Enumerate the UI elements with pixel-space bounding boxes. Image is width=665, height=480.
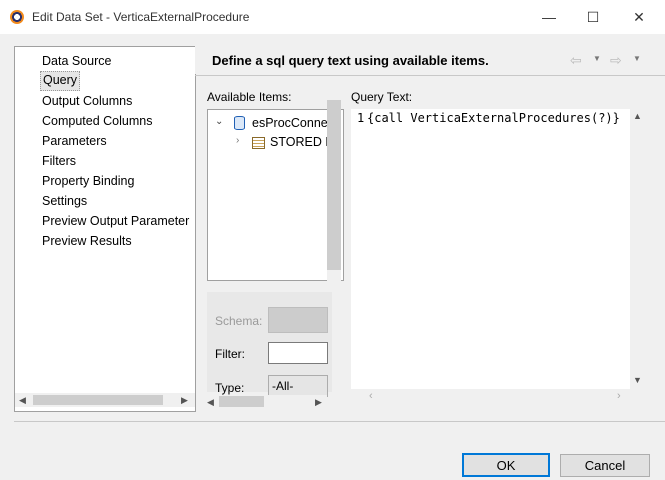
scrollbar-thumb[interactable] (33, 395, 163, 405)
nav-item-filters[interactable]: Filters (40, 152, 78, 170)
query-text[interactable]: {call VerticaExternalProcedures(?)} (367, 111, 620, 125)
type-combo[interactable]: -All- (268, 375, 328, 397)
scroll-left-icon[interactable]: ◀ (207, 397, 214, 408)
editor-vertical-scrollbar[interactable]: ▲ ▼ (630, 109, 644, 389)
tree-item-connection[interactable]: esProcConne (252, 116, 328, 130)
close-button[interactable]: ✕ (617, 5, 661, 29)
scroll-right-icon[interactable]: › (617, 390, 621, 402)
button-bar-divider (14, 421, 665, 422)
nav-horizontal-scrollbar[interactable]: ◀ ▶ (15, 393, 195, 407)
available-items-tree[interactable]: ⌄ esProcConne › STORED P (207, 109, 344, 281)
ok-button[interactable]: OK (462, 453, 550, 477)
forward-arrow-icon[interactable]: ⇨ (610, 52, 622, 69)
query-editor[interactable] (351, 109, 644, 389)
nav-item-parameters[interactable]: Parameters (40, 132, 109, 150)
nav-item-output-columns[interactable]: Output Columns (40, 92, 134, 110)
database-icon (234, 116, 245, 130)
query-text-label: Query Text: (351, 90, 413, 104)
nav-item-computed-columns[interactable]: Computed Columns (40, 112, 154, 130)
header-divider (195, 75, 665, 76)
back-arrow-icon[interactable]: ⇦ (570, 52, 582, 69)
table-icon (252, 137, 265, 149)
maximize-button[interactable]: ☐ (571, 5, 615, 29)
eclipse-app-icon (10, 10, 24, 24)
schema-label: Schema: (215, 314, 263, 328)
tree-item-stored-procedures[interactable]: STORED P (270, 135, 334, 149)
editor-horizontal-scrollbar[interactable]: ‹ › (351, 390, 644, 404)
scroll-right-icon[interactable]: ▶ (181, 395, 188, 406)
scrollbar-thumb[interactable] (327, 100, 341, 270)
line-number: 1 (357, 111, 365, 125)
nav-item-property-binding[interactable]: Property Binding (40, 172, 136, 190)
scroll-up-icon[interactable]: ▲ (633, 111, 642, 121)
chevron-down-icon[interactable]: ▼ (593, 54, 601, 63)
type-combo-value: -All- (272, 379, 294, 393)
expand-right-icon[interactable]: › (236, 135, 239, 146)
nav-item-settings[interactable]: Settings (40, 192, 89, 210)
chevron-down-icon[interactable]: ▼ (633, 54, 641, 63)
type-label: Type: (215, 381, 245, 395)
nav-item-preview-results[interactable]: Preview Results (40, 232, 134, 250)
window-title: Edit Data Set - VerticaExternalProcedure (32, 10, 250, 24)
available-items-label: Available Items: (207, 90, 292, 104)
scroll-left-icon[interactable]: ◀ (19, 395, 26, 406)
scroll-left-icon[interactable]: ‹ (369, 390, 373, 402)
filter-input[interactable] (268, 342, 328, 364)
nav-item-query[interactable]: Query (40, 71, 81, 91)
page-navigation-tree[interactable]: Data Source Query Output Columns Compute… (14, 46, 196, 412)
scroll-right-icon[interactable]: ▶ (315, 397, 322, 408)
page-heading: Define a sql query text using available … (212, 53, 489, 68)
nav-item-data-source[interactable]: Data Source (40, 52, 113, 70)
scrollbar-thumb[interactable] (219, 396, 264, 407)
filter-label: Filter: (215, 347, 245, 361)
scroll-down-icon[interactable]: ▼ (633, 375, 642, 385)
cancel-button[interactable]: Cancel (560, 454, 650, 477)
schema-combo[interactable] (268, 307, 328, 333)
nav-item-preview-output-parameter[interactable]: Preview Output Parameter (40, 212, 191, 230)
minimize-button[interactable]: — (527, 5, 571, 29)
expand-down-icon[interactable]: ⌄ (215, 116, 223, 127)
available-horizontal-scrollbar[interactable]: ◀ ▶ (207, 395, 327, 409)
